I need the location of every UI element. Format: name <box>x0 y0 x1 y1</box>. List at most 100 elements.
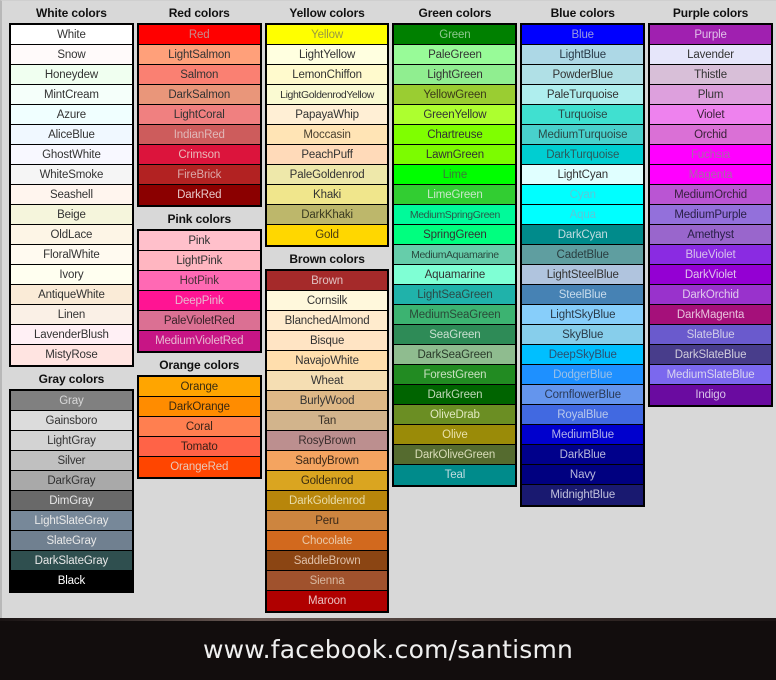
color-swatch[interactable]: PaleGoldenrod <box>266 165 388 185</box>
color-swatch[interactable]: Cornsilk <box>266 291 388 311</box>
color-swatch[interactable]: SeaGreen <box>394 325 516 345</box>
color-swatch[interactable]: LightYellow <box>266 45 388 65</box>
color-swatch[interactable]: DarkOrchid <box>650 285 771 305</box>
color-swatch[interactable]: Wheat <box>266 371 388 391</box>
color-swatch[interactable]: Yellow <box>266 25 388 45</box>
color-swatch[interactable]: DarkCyan <box>522 225 644 245</box>
color-swatch[interactable]: Salmon <box>138 65 260 85</box>
color-swatch[interactable]: PaleTurquoise <box>522 85 644 105</box>
color-swatch[interactable]: Orange <box>138 377 260 397</box>
color-swatch[interactable]: OldLace <box>11 225 132 245</box>
color-swatch[interactable]: Honeydew <box>11 65 132 85</box>
color-swatch[interactable]: LawnGreen <box>394 145 516 165</box>
color-swatch[interactable]: Silver <box>11 451 132 471</box>
color-swatch[interactable]: LightSkyBlue <box>522 305 644 325</box>
color-swatch[interactable]: SpringGreen <box>394 225 516 245</box>
color-swatch[interactable]: Magenta <box>650 165 771 185</box>
color-swatch[interactable]: Orchid <box>650 125 771 145</box>
color-swatch[interactable]: IndianRed <box>138 125 260 145</box>
color-swatch[interactable]: Snow <box>11 45 132 65</box>
color-swatch[interactable]: Indigo <box>650 385 771 405</box>
color-swatch[interactable]: Cyan <box>522 185 644 205</box>
color-swatch[interactable]: BlanchedAlmond <box>266 311 388 331</box>
color-swatch[interactable]: Linen <box>11 305 132 325</box>
color-swatch[interactable]: ForestGreen <box>394 365 516 385</box>
color-swatch[interactable]: Plum <box>650 85 771 105</box>
color-swatch[interactable]: SandyBrown <box>266 451 388 471</box>
color-swatch[interactable]: LightPink <box>138 251 260 271</box>
color-swatch[interactable]: LightGray <box>11 431 132 451</box>
color-swatch[interactable]: Blue <box>522 25 644 45</box>
color-swatch[interactable]: PaleVioletRed <box>138 311 260 331</box>
color-swatch[interactable]: DarkMagenta <box>650 305 771 325</box>
color-swatch[interactable]: Violet <box>650 105 771 125</box>
color-swatch[interactable]: LemonChiffon <box>266 65 388 85</box>
color-swatch[interactable]: RosyBrown <box>266 431 388 451</box>
color-swatch[interactable]: BurlyWood <box>266 391 388 411</box>
color-swatch[interactable]: Tomato <box>138 437 260 457</box>
color-swatch[interactable]: DarkSalmon <box>138 85 260 105</box>
color-swatch[interactable]: DarkGreen <box>394 385 516 405</box>
color-swatch[interactable]: Gray <box>11 391 132 411</box>
color-swatch[interactable]: Aqua <box>522 205 644 225</box>
color-swatch[interactable]: DarkSlateBlue <box>650 345 771 365</box>
color-swatch[interactable]: BlueViolet <box>650 245 771 265</box>
color-swatch[interactable]: Gainsboro <box>11 411 132 431</box>
color-swatch[interactable]: LightCyan <box>522 165 644 185</box>
color-swatch[interactable]: White <box>11 25 132 45</box>
color-swatch[interactable]: Red <box>138 25 260 45</box>
color-swatch[interactable]: SaddleBrown <box>266 551 388 571</box>
color-swatch[interactable]: Goldenrod <box>266 471 388 491</box>
color-swatch[interactable]: MediumPurple <box>650 205 771 225</box>
color-swatch[interactable]: Peru <box>266 511 388 531</box>
color-swatch[interactable]: LightGoldenrodYellow <box>266 85 388 105</box>
color-swatch[interactable]: Brown <box>266 271 388 291</box>
color-swatch[interactable]: DarkOrange <box>138 397 260 417</box>
color-swatch[interactable]: LightSteelBlue <box>522 265 644 285</box>
color-swatch[interactable]: LightCoral <box>138 105 260 125</box>
color-swatch[interactable]: DimGray <box>11 491 132 511</box>
color-swatch[interactable]: CadetBlue <box>522 245 644 265</box>
color-swatch[interactable]: Crimson <box>138 145 260 165</box>
color-swatch[interactable]: AntiqueWhite <box>11 285 132 305</box>
color-swatch[interactable]: DarkSeaGreen <box>394 345 516 365</box>
color-swatch[interactable]: Fuchsia <box>650 145 771 165</box>
color-swatch[interactable]: Pink <box>138 231 260 251</box>
color-swatch[interactable]: WhiteSmoke <box>11 165 132 185</box>
color-swatch[interactable]: Moccasin <box>266 125 388 145</box>
color-swatch[interactable]: YellowGreen <box>394 85 516 105</box>
color-swatch[interactable]: NavajoWhite <box>266 351 388 371</box>
color-swatch[interactable]: Thistle <box>650 65 771 85</box>
color-swatch[interactable]: OrangeRed <box>138 457 260 477</box>
color-swatch[interactable]: MistyRose <box>11 345 132 365</box>
color-swatch[interactable]: MediumOrchid <box>650 185 771 205</box>
color-swatch[interactable]: MediumSeaGreen <box>394 305 516 325</box>
color-swatch[interactable]: GreenYellow <box>394 105 516 125</box>
color-swatch[interactable]: MediumVioletRed <box>138 331 260 351</box>
color-swatch[interactable]: PaleGreen <box>394 45 516 65</box>
color-swatch[interactable]: FloralWhite <box>11 245 132 265</box>
color-swatch[interactable]: Tan <box>266 411 388 431</box>
color-swatch[interactable]: Lavender <box>650 45 771 65</box>
color-swatch[interactable]: DarkOliveGreen <box>394 445 516 465</box>
color-swatch[interactable]: MediumTurquoise <box>522 125 644 145</box>
color-swatch[interactable]: LightSalmon <box>138 45 260 65</box>
color-swatch[interactable]: LimeGreen <box>394 185 516 205</box>
color-swatch[interactable]: Coral <box>138 417 260 437</box>
color-swatch[interactable]: SteelBlue <box>522 285 644 305</box>
color-swatch[interactable]: MediumSlateBlue <box>650 365 771 385</box>
color-swatch[interactable]: LightSeaGreen <box>394 285 516 305</box>
color-swatch[interactable]: Lime <box>394 165 516 185</box>
color-swatch[interactable]: Chartreuse <box>394 125 516 145</box>
color-swatch[interactable]: DarkSlateGray <box>11 551 132 571</box>
color-swatch[interactable]: DarkTurquoise <box>522 145 644 165</box>
color-swatch[interactable]: PapayaWhip <box>266 105 388 125</box>
color-swatch[interactable]: MediumAquamarine <box>394 245 516 265</box>
color-swatch[interactable]: FireBrick <box>138 165 260 185</box>
color-swatch[interactable]: Black <box>11 571 132 591</box>
color-swatch[interactable]: PeachPuff <box>266 145 388 165</box>
color-swatch[interactable]: Aquamarine <box>394 265 516 285</box>
color-swatch[interactable]: DarkBlue <box>522 445 644 465</box>
color-swatch[interactable]: PowderBlue <box>522 65 644 85</box>
color-swatch[interactable]: Purple <box>650 25 771 45</box>
